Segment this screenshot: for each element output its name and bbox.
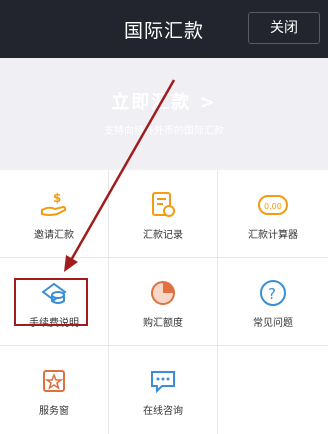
annotation-arrow bbox=[64, 79, 176, 272]
